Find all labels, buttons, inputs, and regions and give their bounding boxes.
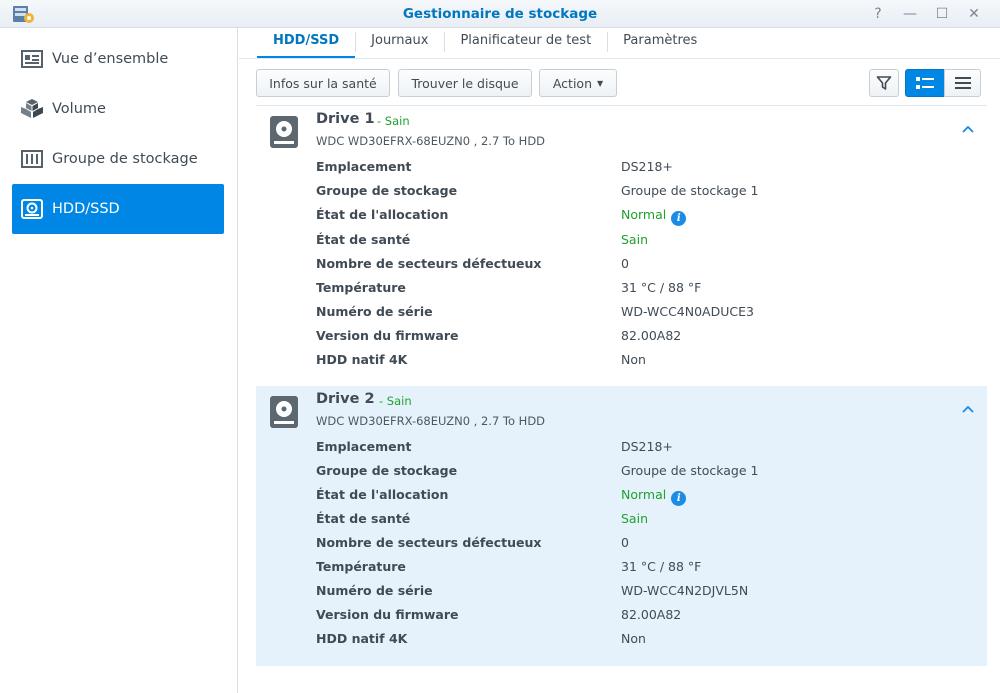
detail-row-health: État de santé Sain xyxy=(316,232,648,247)
detail-row-allocation: État de l'allocation Normal i xyxy=(316,207,966,227)
detail-row-native-4k: HDD natif 4K Non xyxy=(316,631,646,646)
detail-row-location: Emplacement DS218+ xyxy=(316,439,673,454)
sidebar-item-label: HDD/SSD xyxy=(52,201,120,217)
tab-settings[interactable]: Paramètres xyxy=(607,28,713,58)
sidebar: Vue d’ensemble Volume Groupe de stockage… xyxy=(0,28,238,693)
caret-down-icon: ▼ xyxy=(597,78,604,88)
drive-name: Drive 1 xyxy=(316,111,375,127)
info-icon[interactable]: i xyxy=(671,491,687,506)
hdd-icon xyxy=(20,197,44,221)
chevron-up-icon[interactable] xyxy=(961,122,975,136)
window-title: Gestionnaire de stockage xyxy=(402,6,598,22)
health-info-button[interactable]: Infos sur la santé xyxy=(256,69,390,97)
close-button[interactable]: ✕ xyxy=(964,4,984,24)
tab-divider xyxy=(239,58,1000,59)
hard-drive-icon xyxy=(270,116,298,148)
tab-bar: HDD/SSD Journaux Planificateur de test P… xyxy=(257,28,713,58)
detail-row-firmware: Version du firmware 82.00A82 xyxy=(316,607,682,622)
drive-name: Drive 2 xyxy=(316,391,375,407)
drive-model: WDC WD30EFRX-68EUZN0 , 2.7 To HDD xyxy=(316,134,546,148)
action-dropdown-button[interactable]: Action ▼ xyxy=(539,69,617,97)
minimize-button[interactable]: — xyxy=(900,4,920,24)
detail-view-button[interactable] xyxy=(905,69,945,97)
chevron-up-icon[interactable] xyxy=(961,402,975,416)
detail-list-icon xyxy=(916,77,934,89)
detail-row-temperature: Température 31 °C / 88 °F xyxy=(316,559,702,574)
sidebar-item-label: Volume xyxy=(52,101,106,117)
drive-status: - Sain xyxy=(379,394,412,408)
sidebar-item-hdd-ssd[interactable]: HDD/SSD xyxy=(12,184,224,234)
tab-hdd-ssd[interactable]: HDD/SSD xyxy=(257,28,356,58)
filter-button[interactable] xyxy=(869,69,899,97)
locate-disk-button[interactable]: Trouver le disque xyxy=(398,69,532,97)
volume-icon xyxy=(20,97,44,121)
sidebar-item-overview[interactable]: Vue d’ensemble xyxy=(12,34,224,84)
detail-row-bad-sectors: Nombre de secteurs défectueux 0 xyxy=(316,535,629,550)
hard-drive-icon xyxy=(270,396,298,428)
info-icon[interactable]: i xyxy=(671,211,687,226)
title-bar: Gestionnaire de stockage ? — ☐ ✕ xyxy=(0,0,1000,28)
tab-test-scheduler[interactable]: Planificateur de test xyxy=(444,28,607,58)
toolbar: Infos sur la santé Trouver le disque Act… xyxy=(256,69,984,97)
help-button[interactable]: ? xyxy=(868,4,888,24)
sidebar-item-label: Vue d’ensemble xyxy=(52,51,169,67)
detail-row-storage-pool: Groupe de stockage Groupe de stockage 1 xyxy=(316,183,759,198)
detail-row-storage-pool: Groupe de stockage Groupe de stockage 1 xyxy=(316,463,759,478)
sidebar-item-label: Groupe de stockage xyxy=(52,151,198,167)
list-icon xyxy=(954,77,971,89)
drive-status: - Sain xyxy=(377,114,410,128)
maximize-button[interactable]: ☐ xyxy=(932,4,952,24)
detail-row-serial: Numéro de série WD-WCC4N2DJVL5N xyxy=(316,583,749,598)
detail-row-serial: Numéro de série WD-WCC4N0ADUCE3 xyxy=(316,304,754,319)
overview-icon xyxy=(20,47,44,71)
detail-row-firmware: Version du firmware 82.00A82 xyxy=(316,328,682,343)
detail-row-location: Emplacement DS218+ xyxy=(316,159,673,174)
sidebar-item-storage-pool[interactable]: Groupe de stockage xyxy=(12,134,224,184)
detail-row-health: État de santé Sain xyxy=(316,511,648,526)
main-panel: HDD/SSD Journaux Planificateur de test P… xyxy=(239,28,1000,693)
sidebar-item-volume[interactable]: Volume xyxy=(12,84,224,134)
drive-model: WDC WD30EFRX-68EUZN0 , 2.7 To HDD xyxy=(316,414,546,428)
storage-pool-icon xyxy=(20,147,44,171)
detail-row-allocation: État de l'allocation Normal i xyxy=(316,487,966,507)
list-view-button[interactable] xyxy=(944,69,981,97)
detail-row-native-4k: HDD natif 4K Non xyxy=(316,352,646,367)
drive-card-2[interactable]: Drive 2 - Sain WDC WD30EFRX-68EUZN0 , 2.… xyxy=(256,386,987,666)
drive-card-1[interactable]: Drive 1 - Sain WDC WD30EFRX-68EUZN0 , 2.… xyxy=(256,106,987,386)
detail-row-temperature: Température 31 °C / 88 °F xyxy=(316,280,702,295)
detail-row-bad-sectors: Nombre de secteurs défectueux 0 xyxy=(316,256,629,271)
tab-logs[interactable]: Journaux xyxy=(355,28,444,58)
filter-icon xyxy=(876,76,892,90)
